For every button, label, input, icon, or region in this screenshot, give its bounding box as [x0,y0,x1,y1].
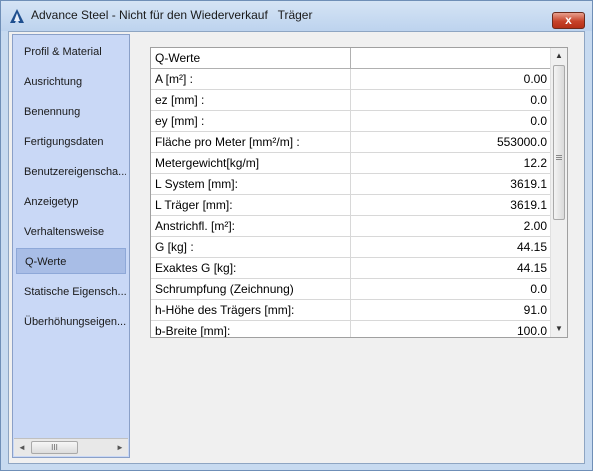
scroll-right-arrow-icon[interactable]: ► [112,439,128,456]
header-value-cell [351,48,551,68]
grip-line [556,157,562,158]
sidebar-item-ausrichtung[interactable]: Ausrichtung [16,69,126,95]
property-label: Schrumpfung (Zeichnung) [151,279,351,299]
property-label: Exaktes G [kg]: [151,258,351,278]
category-sidebar: Profil & Material Ausrichtung Benennung … [12,34,130,458]
sidebar-item-benennung[interactable]: Benennung [16,99,126,125]
property-label: A [m²] : [151,69,351,89]
property-value[interactable]: 100.0 [351,321,551,337]
sidebar-item-verhaltensweise[interactable]: Verhaltensweise [16,219,126,245]
table-row[interactable]: Fläche pro Meter [mm²/m] :553000.0 [151,132,551,153]
property-label: ez [mm] : [151,90,351,110]
property-value[interactable]: 553000.0 [351,132,551,152]
sidebar-item-profil-material[interactable]: Profil & Material [16,39,126,65]
sidebar-horizontal-scrollbar[interactable]: ◄ III ► [14,438,128,456]
scroll-up-arrow-icon[interactable]: ▲ [551,48,567,64]
property-label: L Träger [mm]: [151,195,351,215]
sidebar-item-ueberhoehungseigenschaften[interactable]: Überhöhungseigen... [16,309,126,335]
grip-line [556,155,562,156]
table-row[interactable]: h-Höhe des Trägers [mm]: 91.0 [151,300,551,321]
property-value[interactable]: 3619.1 [351,174,551,194]
grid-header: Q-Werte [151,48,551,69]
properties-window: Advance Steel - Nicht für den Wiederverk… [0,0,593,471]
property-value[interactable]: 44.15 [351,258,551,278]
property-grid: Q-Werte A [m²] :0.00 ez [mm] :0.0 ey [mm… [150,47,568,338]
property-value[interactable]: 44.15 [351,237,551,257]
property-label: G [kg] : [151,237,351,257]
sidebar-item-fertigungsdaten[interactable]: Fertigungsdaten [16,129,126,155]
scroll-thumb[interactable]: III [31,441,78,454]
table-row[interactable]: ez [mm] :0.0 [151,90,551,111]
property-label: h-Höhe des Trägers [mm]: [151,300,351,320]
scroll-down-arrow-icon[interactable]: ▼ [551,321,567,337]
property-label: Metergewicht[kg/m] [151,153,351,173]
property-value[interactable]: 0.0 [351,279,551,299]
table-row[interactable]: L System [mm]: 3619.1 [151,174,551,195]
grid-vertical-scrollbar[interactable]: ▲ ▼ [550,48,567,337]
table-row[interactable]: ey [mm] :0.0 [151,111,551,132]
property-value[interactable]: 2.00 [351,216,551,236]
table-row[interactable]: A [m²] :0.00 [151,69,551,90]
property-label: b-Breite [mm]: [151,321,351,337]
table-row[interactable]: G [kg] :44.15 [151,237,551,258]
property-value[interactable]: 0.00 [351,69,551,89]
advance-steel-logo-icon [10,9,24,23]
sidebar-item-benutzereigenschaften[interactable]: Benutzereigenscha... [16,159,126,185]
sidebar-item-q-werte[interactable]: Q-Werte [16,248,126,274]
sidebar-item-statische-eigenschaften[interactable]: Statische Eigensch... [16,279,126,305]
window-title: Advance Steel - Nicht für den Wiederverk… [31,8,313,22]
table-row[interactable]: b-Breite [mm]: 100.0 [151,321,551,337]
property-value[interactable]: 3619.1 [351,195,551,215]
dialog-client-area: Profil & Material Ausrichtung Benennung … [8,31,585,464]
table-row[interactable]: Metergewicht[kg/m] 12.2 [151,153,551,174]
table-row[interactable]: Exaktes G [kg]: 44.15 [151,258,551,279]
property-value[interactable]: 0.0 [351,111,551,131]
scroll-left-arrow-icon[interactable]: ◄ [14,439,30,456]
close-button[interactable]: x [552,12,585,29]
table-row[interactable]: Schrumpfung (Zeichnung) 0.0 [151,279,551,300]
grid-rows: A [m²] :0.00 ez [mm] :0.0 ey [mm] :0.0 F… [151,69,551,337]
property-value[interactable]: 12.2 [351,153,551,173]
title-bar[interactable]: Advance Steel - Nicht für den Wiederverk… [1,1,592,31]
property-value[interactable]: 0.0 [351,90,551,110]
property-label: Fläche pro Meter [mm²/m] : [151,132,351,152]
grip-line [556,159,562,160]
property-label: L System [mm]: [151,174,351,194]
property-value[interactable]: 91.0 [351,300,551,320]
scroll-thumb[interactable] [553,65,565,220]
header-name-cell: Q-Werte [151,48,351,68]
sidebar-item-anzeigetyp[interactable]: Anzeigetyp [16,189,126,215]
table-row[interactable]: L Träger [mm]: 3619.1 [151,195,551,216]
table-row[interactable]: Anstrichfl. [m²]: 2.00 [151,216,551,237]
property-label: ey [mm] : [151,111,351,131]
property-label: Anstrichfl. [m²]: [151,216,351,236]
